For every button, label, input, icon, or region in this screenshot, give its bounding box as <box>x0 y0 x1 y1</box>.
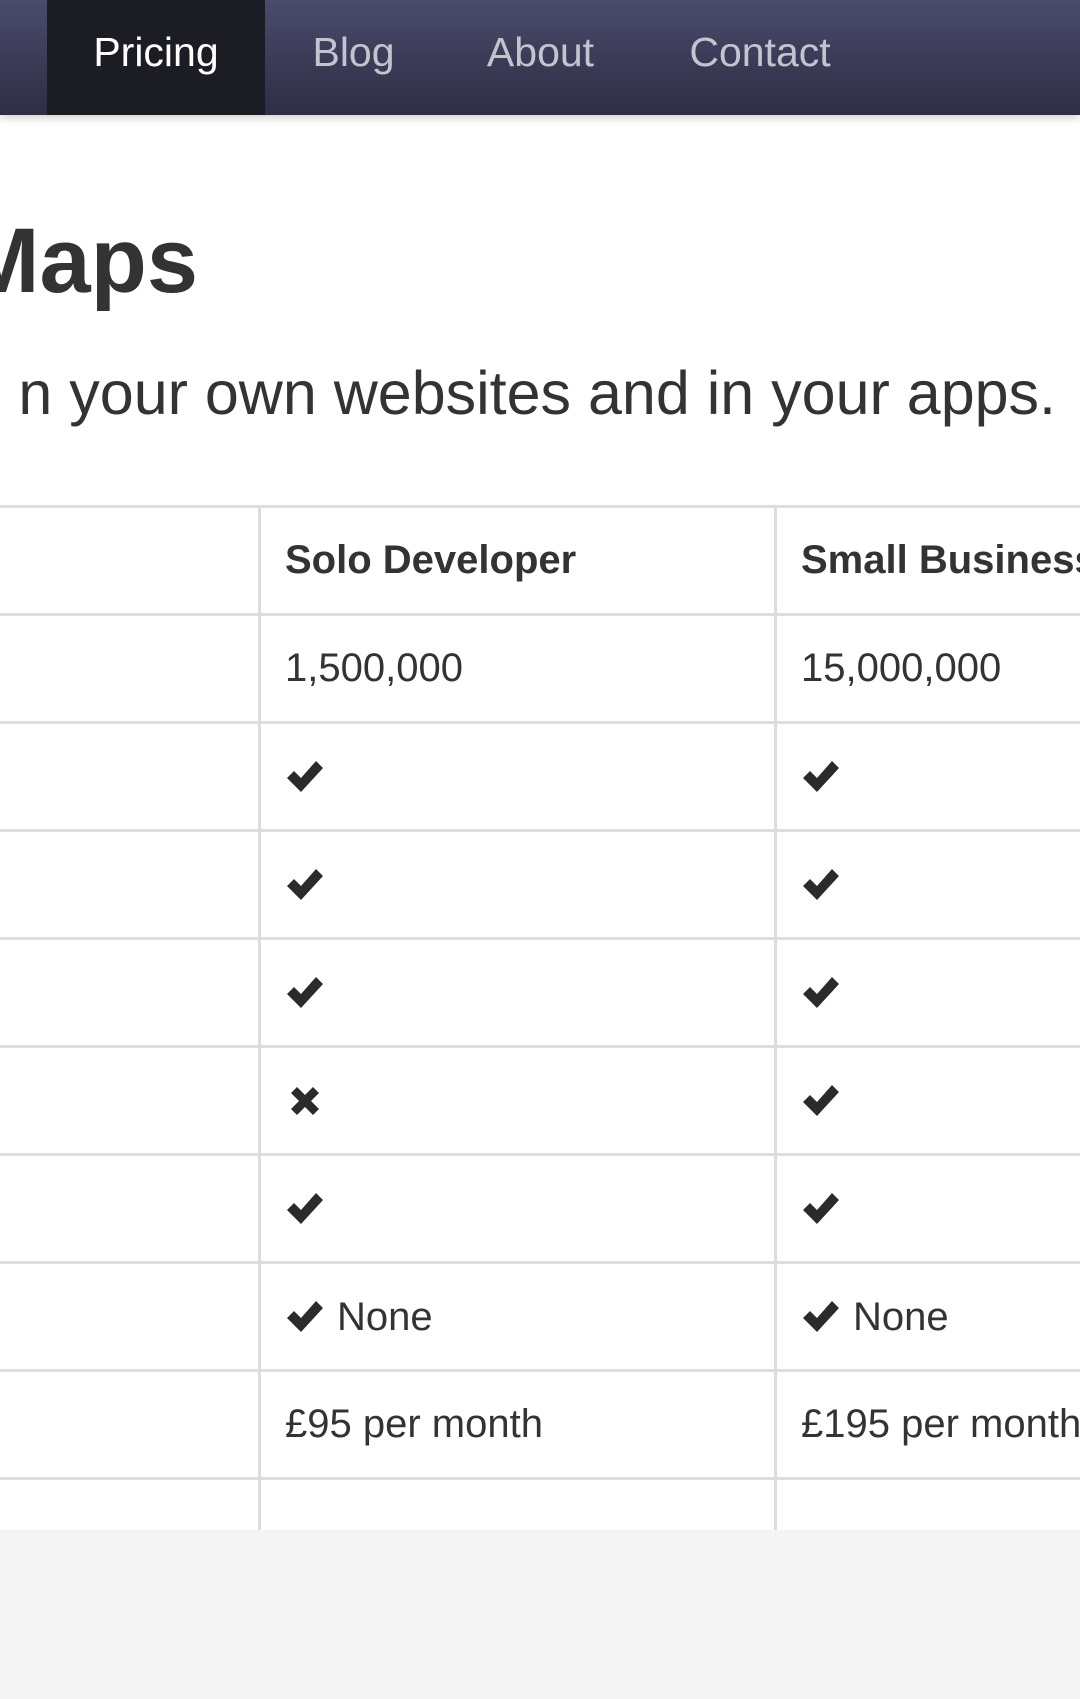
table-cell-small-business <box>774 721 1080 832</box>
check-icon <box>801 865 841 905</box>
table-body: 1,500,000 15,000,000 None None £95 per month… <box>0 613 1080 1530</box>
table-cell-solo-developer: £95 per month <box>258 1369 777 1480</box>
nav-item-pricing[interactable]: Pricing <box>47 0 265 115</box>
cell-value: £195 per month <box>801 1402 1080 1446</box>
table-cell-small-business: 15,000,000 <box>774 613 1080 724</box>
table-row <box>0 829 1080 940</box>
table-cell-solo-developer <box>258 721 777 832</box>
table-cell-solo-developer: 1,500,000 <box>258 613 777 724</box>
table-cell-small-business <box>774 1153 1080 1264</box>
table-cell-project <box>0 1369 261 1480</box>
nav-item-contact[interactable]: Contact <box>639 0 881 115</box>
table-row <box>0 1477 1080 1530</box>
table-cell-small-business: £195 per month <box>774 1369 1080 1480</box>
table-cell-project <box>0 1153 261 1264</box>
table-cell-solo-developer: None <box>258 1261 777 1372</box>
table-cell-small-business <box>774 829 1080 940</box>
table-row <box>0 937 1080 1048</box>
cell-value: None <box>337 1294 433 1339</box>
cross-icon <box>285 1081 325 1121</box>
table-row: None None <box>0 1261 1080 1372</box>
check-icon <box>801 1081 841 1121</box>
pricing-table: ject Solo Developer Small Business 1,500… <box>0 505 1080 1530</box>
nav-item-blog[interactable]: Blog <box>265 0 442 115</box>
table-cell-small-business <box>774 1477 1080 1530</box>
nav-item-about[interactable]: About <box>442 0 639 115</box>
cell-value: 15,000,000 <box>801 646 1002 690</box>
table-cell-small-business <box>774 937 1080 1048</box>
page-title: Maps <box>0 210 198 312</box>
table-cell-solo-developer <box>258 1153 777 1264</box>
table-header-row: ject Solo Developer Small Business <box>0 505 1080 616</box>
table-row <box>0 1045 1080 1156</box>
table-cell-project <box>0 721 261 832</box>
check-icon <box>285 1297 325 1337</box>
table-cell-small-business: None <box>774 1261 1080 1372</box>
top-navbar: Pricing Blog About Contact <box>0 0 1080 115</box>
check-icon <box>801 757 841 797</box>
table-cell-solo-developer <box>258 829 777 940</box>
table-row <box>0 721 1080 832</box>
table-cell-solo-developer <box>258 937 777 1048</box>
table-row: £95 per month £195 per month <box>0 1369 1080 1480</box>
check-icon <box>285 865 325 905</box>
check-icon <box>285 1189 325 1229</box>
check-icon <box>801 973 841 1013</box>
table-cell-project <box>0 1477 261 1530</box>
column-header-solo-developer: Solo Developer <box>258 505 777 616</box>
table-row: 1,500,000 15,000,000 <box>0 613 1080 724</box>
table-cell-project <box>0 1045 261 1156</box>
column-header-small-business: Small Business <box>774 505 1080 616</box>
check-icon <box>285 757 325 797</box>
table-row <box>0 1153 1080 1264</box>
table-cell-solo-developer <box>258 1477 777 1530</box>
cell-value: None <box>853 1294 949 1339</box>
cell-value: £95 per month <box>285 1402 543 1446</box>
table-cell-project <box>0 937 261 1048</box>
table-cell-small-business <box>774 1045 1080 1156</box>
check-icon <box>801 1297 841 1337</box>
column-header-project: ject <box>0 505 261 616</box>
check-icon <box>801 1189 841 1229</box>
table-cell-project <box>0 829 261 940</box>
page-subtitle: n your own websites and in your apps. <box>18 359 1056 427</box>
main-content: Maps n your own websites and in your app… <box>0 115 1080 1530</box>
table-cell-solo-developer <box>258 1045 777 1156</box>
table-cell-project <box>0 613 261 724</box>
cell-value: 1,500,000 <box>285 646 463 690</box>
table-cell-project <box>0 1261 261 1372</box>
check-icon <box>285 973 325 1013</box>
